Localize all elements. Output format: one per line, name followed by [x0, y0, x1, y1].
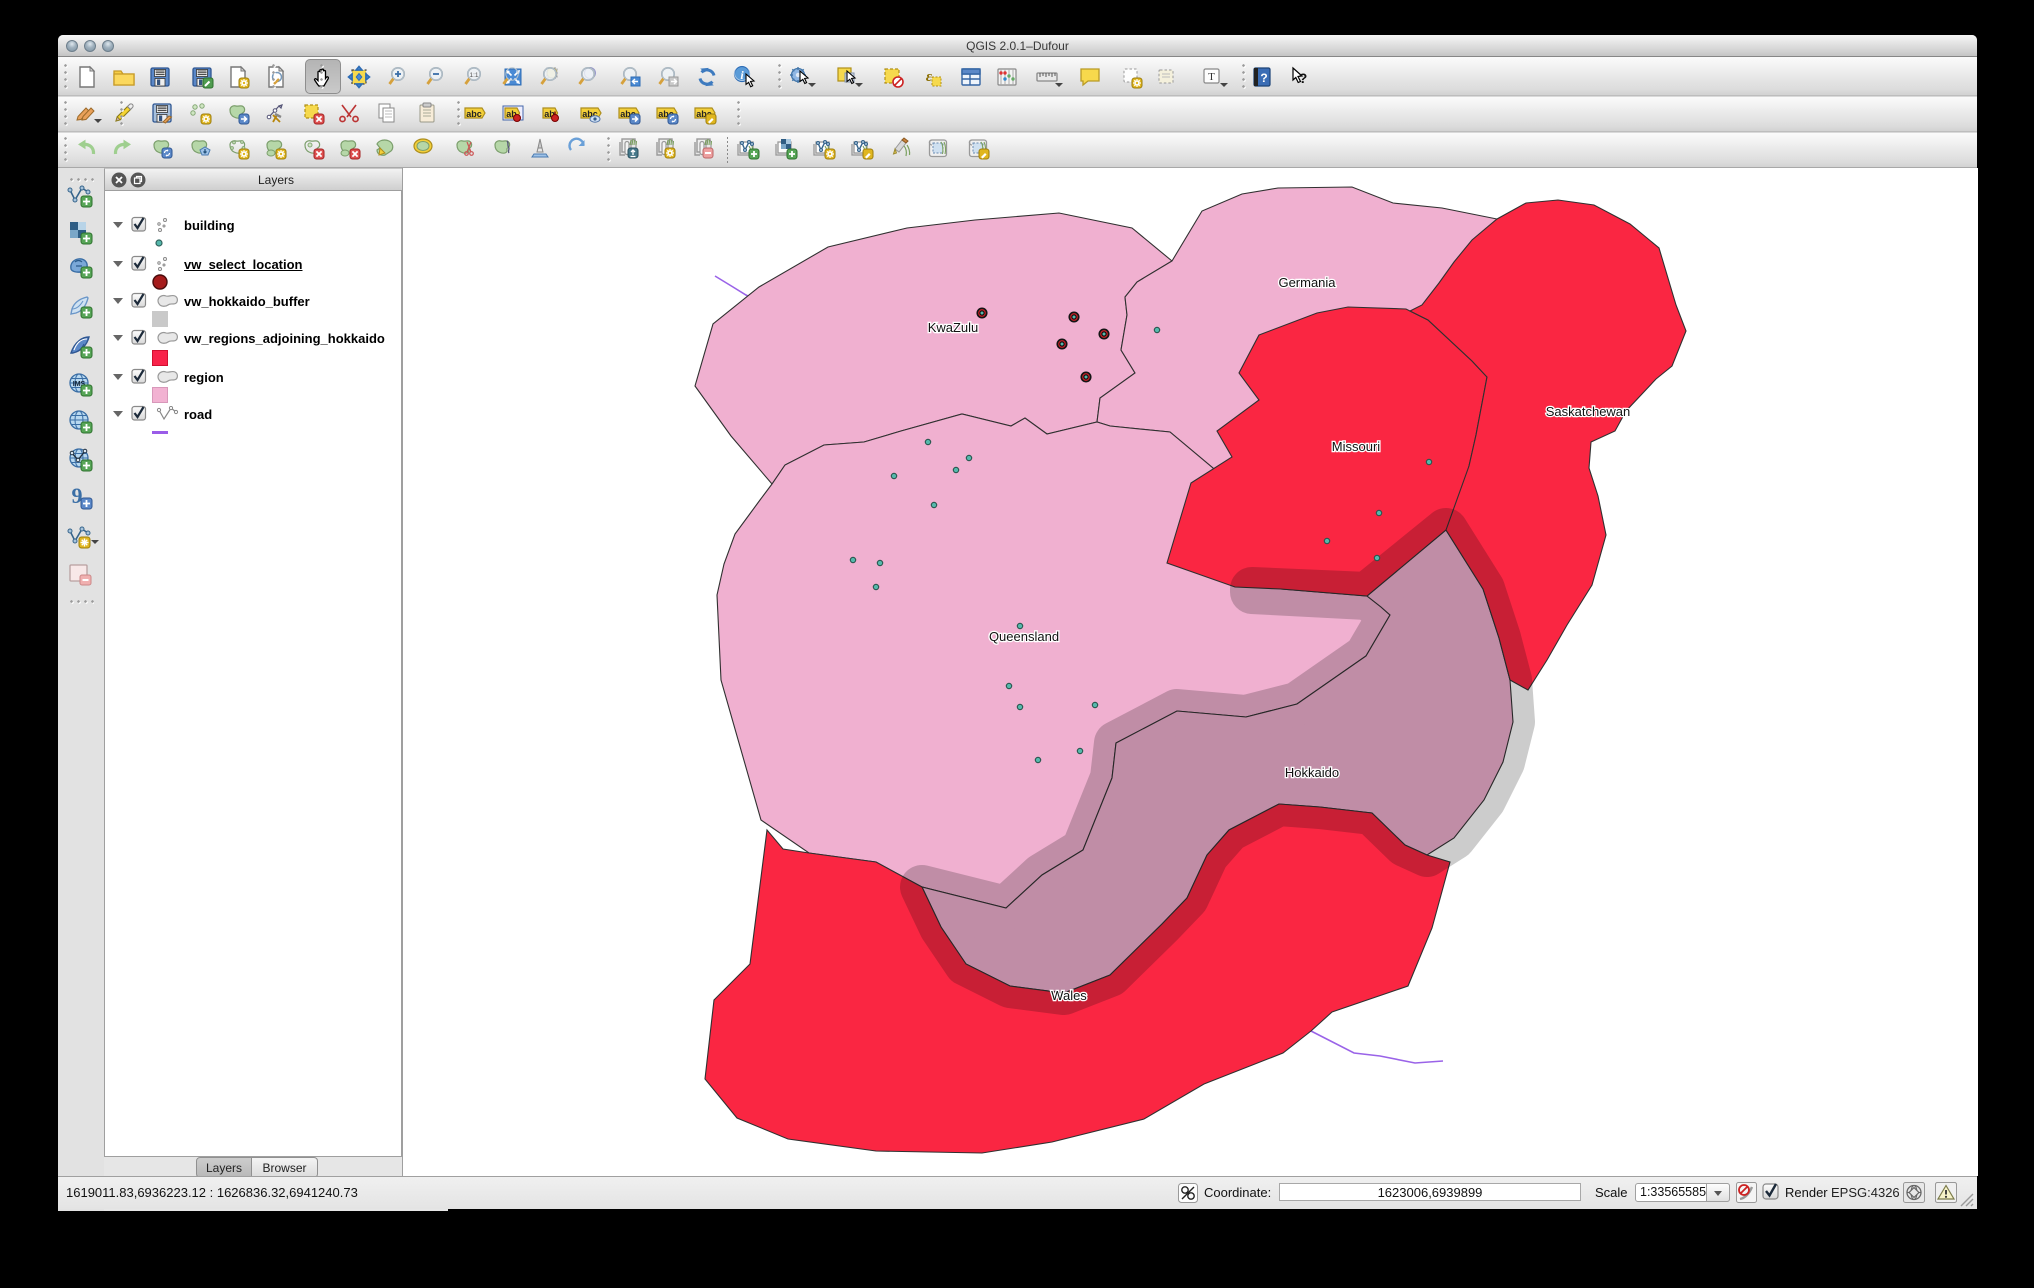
- svg-text:Wales: Wales: [1051, 988, 1087, 1003]
- svg-text:Germania: Germania: [1278, 275, 1336, 290]
- svg-text:abc: abc: [466, 109, 482, 119]
- svg-text:Missouri: Missouri: [1332, 439, 1381, 454]
- svg-text:Hokkaido: Hokkaido: [1285, 765, 1339, 780]
- svg-text:1:1: 1:1: [469, 72, 478, 79]
- svg-text:Saskatchewan: Saskatchewan: [1546, 404, 1631, 419]
- svg-text:Queensland: Queensland: [989, 629, 1059, 644]
- svg-text:?: ?: [1299, 70, 1308, 86]
- svg-text:KwaZulu: KwaZulu: [928, 320, 979, 335]
- svg-text:T: T: [1208, 71, 1215, 83]
- svg-text:?: ?: [1260, 71, 1267, 85]
